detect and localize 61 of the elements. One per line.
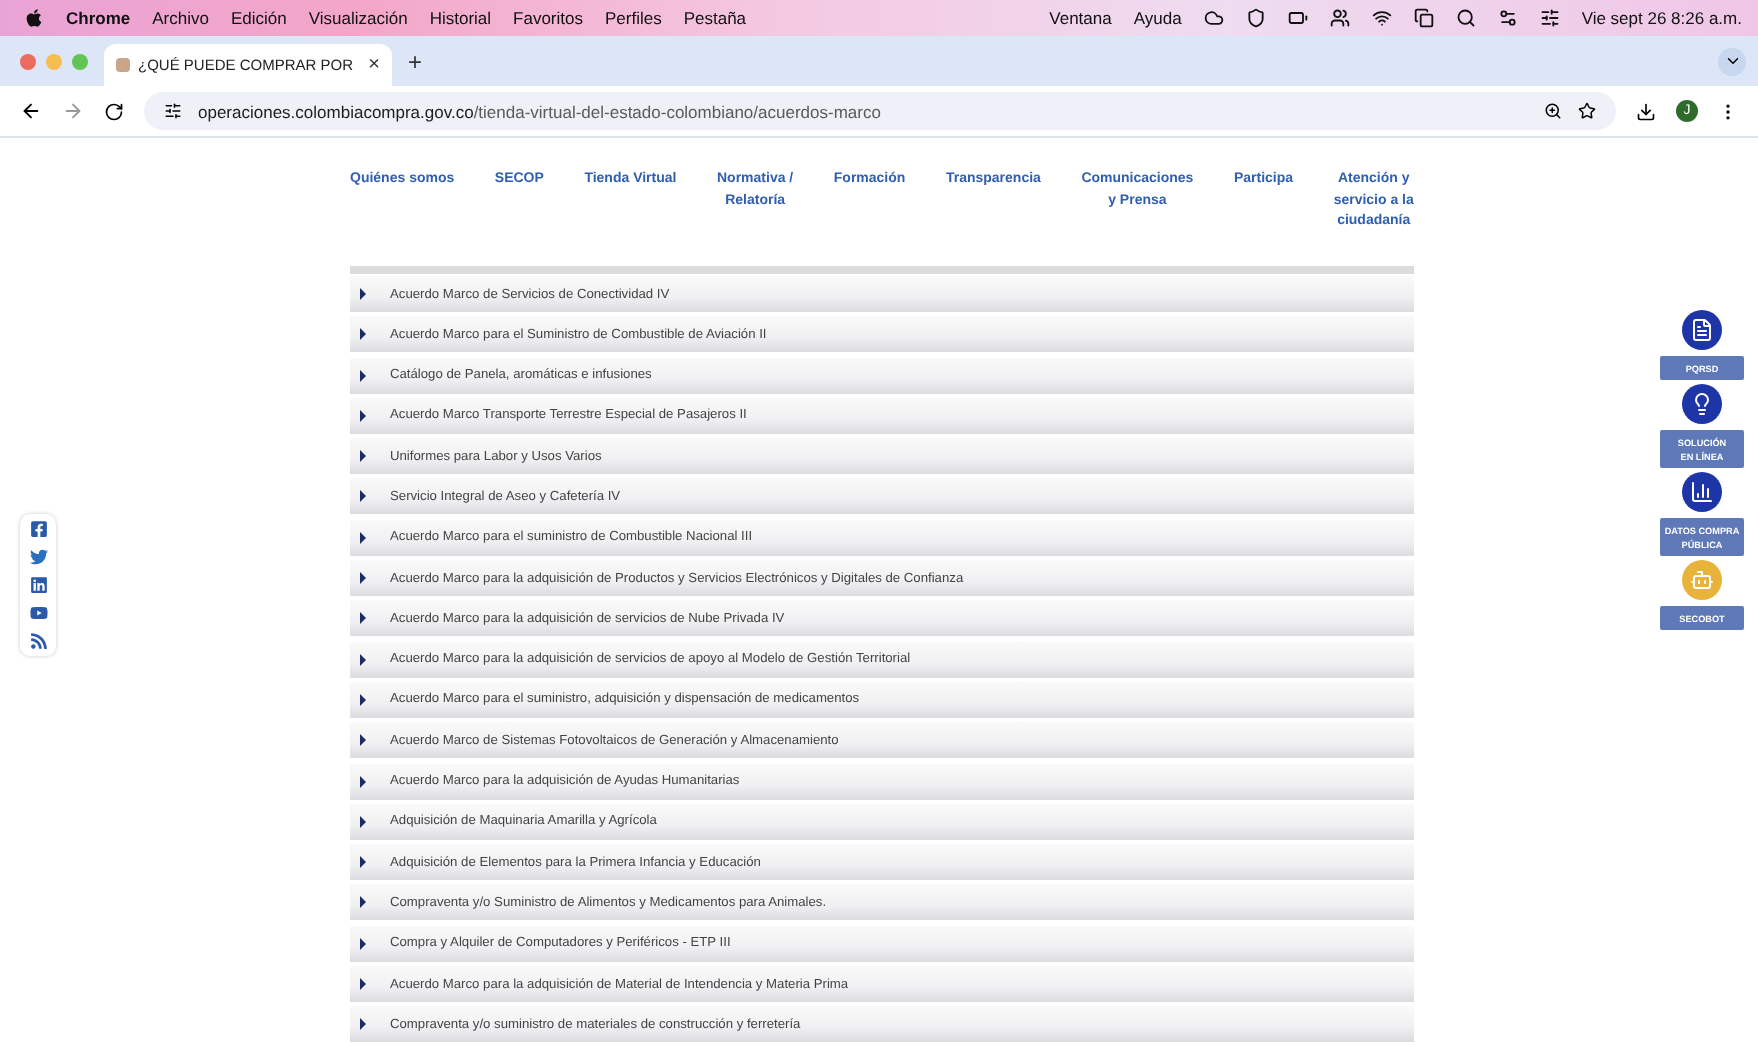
triangle-icon bbox=[360, 1018, 366, 1031]
menu-item[interactable]: Ventana bbox=[1049, 8, 1112, 28]
triangle-icon bbox=[360, 490, 366, 503]
forward-icon[interactable] bbox=[62, 100, 84, 122]
bookmark-icon[interactable] bbox=[1578, 102, 1596, 120]
menu-item[interactable]: Perfiles bbox=[605, 8, 662, 28]
apple-icon[interactable] bbox=[24, 8, 44, 28]
triangle-icon bbox=[360, 734, 366, 747]
reload-icon[interactable] bbox=[104, 101, 124, 121]
menu-item[interactable]: Chrome bbox=[66, 8, 131, 28]
triangle-icon bbox=[360, 531, 366, 544]
triangle-icon bbox=[360, 450, 366, 463]
video-icon[interactable] bbox=[29, 604, 47, 622]
triangle-icon bbox=[360, 978, 366, 991]
new-tab-button[interactable]: + bbox=[408, 47, 423, 75]
menu-item[interactable]: Historial bbox=[429, 8, 492, 28]
download-icon[interactable] bbox=[1636, 101, 1656, 121]
triangle-icon bbox=[360, 572, 366, 585]
windows-icon[interactable] bbox=[1413, 8, 1434, 28]
bar-chart-icon[interactable] bbox=[1682, 472, 1722, 512]
control-center-icon[interactable] bbox=[1539, 8, 1560, 28]
triangle-icon bbox=[360, 937, 366, 950]
close-tab-button[interactable]: × bbox=[368, 54, 380, 76]
twitter-icon[interactable] bbox=[29, 548, 47, 566]
tab-menu-button[interactable] bbox=[1718, 47, 1746, 75]
search-icon[interactable] bbox=[1455, 8, 1476, 28]
rss-icon[interactable] bbox=[29, 632, 47, 650]
linkedin-icon[interactable] bbox=[29, 576, 47, 594]
triangle-icon bbox=[360, 612, 366, 625]
address-field[interactable]: operaciones.colombiacompra.gov.co/tienda-virtual-del-estado-colombiano/acuerdos-marco bbox=[144, 92, 1616, 130]
menu-item[interactable]: Favoritos bbox=[513, 8, 583, 28]
chevron-down-icon bbox=[1723, 52, 1741, 70]
people-icon[interactable] bbox=[1329, 8, 1350, 28]
menu-item[interactable]: Archivo bbox=[152, 8, 209, 28]
triangle-icon bbox=[360, 653, 366, 666]
zoom-icon[interactable] bbox=[1544, 102, 1562, 120]
lightbulb-icon[interactable] bbox=[1682, 384, 1722, 424]
shield-icon[interactable] bbox=[1245, 8, 1266, 28]
triangle-icon bbox=[360, 856, 366, 869]
battery-icon[interactable] bbox=[1287, 8, 1308, 28]
triangle-icon bbox=[360, 896, 366, 909]
triangle-icon bbox=[360, 328, 366, 341]
triangle-icon bbox=[360, 288, 366, 300]
menu-item[interactable]: Edición bbox=[230, 8, 287, 28]
favicon-icon bbox=[116, 58, 130, 72]
url-text: operaciones.colombiacompra.gov.co/tienda-virtual-del-estado-colombiano/acuerdos-marco bbox=[198, 101, 881, 121]
facebook-icon[interactable] bbox=[29, 520, 47, 538]
back-icon[interactable] bbox=[20, 100, 42, 122]
clock: Vie sept 26 8:26 a.m. bbox=[1581, 8, 1742, 28]
menu-item[interactable]: Visualización bbox=[308, 8, 408, 28]
wifi-icon[interactable] bbox=[1371, 8, 1392, 28]
cloud-icon[interactable] bbox=[1203, 8, 1224, 28]
menu-item[interactable]: Ayuda bbox=[1133, 8, 1182, 28]
triangle-icon bbox=[360, 369, 366, 382]
site-settings-icon[interactable] bbox=[164, 102, 182, 120]
triangle-icon bbox=[360, 815, 366, 828]
menu-item[interactable]: Pestaña bbox=[683, 8, 747, 28]
triangle-icon bbox=[360, 775, 366, 788]
triangle-icon bbox=[360, 693, 366, 706]
document-icon[interactable] bbox=[1682, 310, 1722, 350]
triangle-icon bbox=[360, 409, 366, 422]
